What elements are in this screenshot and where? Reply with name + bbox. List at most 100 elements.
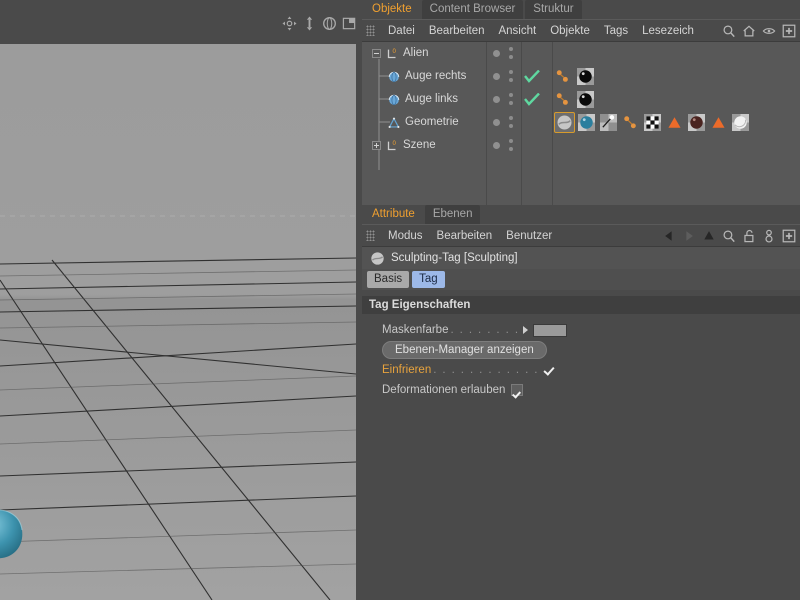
user-icon[interactable] bbox=[762, 229, 776, 243]
xpresso-tag-icon[interactable] bbox=[555, 91, 572, 108]
menubar-grip[interactable] bbox=[366, 25, 375, 36]
selection-tag-icon[interactable] bbox=[666, 114, 683, 131]
object-name: Auge rechts bbox=[405, 70, 467, 82]
sculpting-tag-icon bbox=[371, 251, 384, 265]
object-tree[interactable]: 0 Alien Auge rechts Auge links Geometrie… bbox=[362, 41, 800, 205]
pan-icon[interactable] bbox=[282, 16, 297, 31]
table-row[interactable]: 0 Szene bbox=[362, 134, 486, 157]
search-icon[interactable] bbox=[722, 24, 736, 38]
xpresso-tag-icon[interactable] bbox=[555, 68, 572, 85]
green-check-icon[interactable] bbox=[524, 70, 540, 84]
polygon-object-icon bbox=[388, 116, 400, 128]
tab-objekte[interactable]: Objekte bbox=[364, 0, 420, 19]
property-row-maskenfarbe: Maskenfarbe . . . . . . . . bbox=[362, 320, 800, 340]
material-tag-blue-icon[interactable] bbox=[578, 114, 595, 131]
object-name: Alien bbox=[403, 47, 429, 59]
material-tag-black-icon[interactable] bbox=[577, 68, 594, 85]
attribute-properties: Maskenfarbe . . . . . . . . Ebenen-Manag… bbox=[362, 314, 800, 400]
plus-icon[interactable] bbox=[782, 24, 796, 38]
subtab-tag[interactable]: Tag bbox=[412, 271, 445, 288]
tag-row bbox=[553, 42, 800, 65]
menu-ansicht[interactable]: Ansicht bbox=[491, 20, 543, 42]
viewport-pane bbox=[0, 0, 362, 600]
selection-tag-icon[interactable] bbox=[710, 114, 727, 131]
tag-row bbox=[553, 134, 800, 157]
object-tree-names-column: 0 Alien Auge rechts Auge links Geometrie… bbox=[362, 42, 486, 205]
ebenen-manager-anzeigen-button[interactable]: Ebenen-Manager anzeigen bbox=[382, 341, 547, 359]
visibility-dots[interactable] bbox=[487, 65, 521, 88]
green-check-icon[interactable] bbox=[524, 93, 540, 107]
deformationen-checkbox[interactable] bbox=[511, 384, 524, 396]
subtab-basis[interactable]: Basis bbox=[367, 271, 410, 288]
material-tag-black-icon[interactable] bbox=[577, 91, 594, 108]
menu-objekte[interactable]: Objekte bbox=[543, 20, 597, 42]
visibility-dots[interactable] bbox=[487, 134, 521, 157]
menu-modus[interactable]: Modus bbox=[381, 225, 430, 247]
attribute-manager: Attribute Ebenen Modus Bearbeiten Benutz… bbox=[362, 205, 800, 600]
maskenfarbe-dots: . . . . . . . . bbox=[450, 324, 520, 336]
visibility-dots-column bbox=[486, 42, 522, 205]
forward-arrow-icon[interactable] bbox=[682, 229, 696, 243]
rotate-icon[interactable] bbox=[322, 16, 337, 31]
menu-lesezeich[interactable]: Lesezeich bbox=[635, 20, 701, 42]
null-object-icon: 0 bbox=[387, 140, 396, 150]
null-object-icon: 0 bbox=[387, 48, 396, 58]
chevron-right-icon[interactable] bbox=[523, 326, 529, 334]
material-tag-darkred-icon[interactable] bbox=[688, 114, 705, 131]
tab-ebenen[interactable]: Ebenen bbox=[424, 205, 481, 224]
table-row[interactable]: 0 Alien bbox=[362, 42, 486, 65]
visibility-dots[interactable] bbox=[487, 42, 521, 65]
svg-text:0: 0 bbox=[392, 48, 396, 55]
sphere-icon bbox=[388, 94, 400, 105]
expander-alien[interactable] bbox=[372, 49, 381, 58]
search-icon[interactable] bbox=[722, 229, 736, 243]
property-row-deformationen: Deformationen erlauben bbox=[362, 380, 800, 400]
deformationen-label: Deformationen erlauben bbox=[382, 384, 506, 396]
table-row[interactable]: Geometrie bbox=[362, 111, 486, 134]
tab-content-browser[interactable]: Content Browser bbox=[421, 0, 524, 19]
material-tag-white-icon[interactable] bbox=[732, 114, 749, 131]
object-manager-menubar: Datei Bearbeiten Ansicht Objekte Tags Le… bbox=[362, 19, 800, 41]
plus-icon[interactable] bbox=[782, 229, 796, 243]
menu-bearbeiten[interactable]: Bearbeiten bbox=[422, 20, 492, 42]
maskenfarbe-color-swatch[interactable] bbox=[533, 323, 568, 337]
menu-datei[interactable]: Datei bbox=[381, 20, 422, 42]
viewport-3d-canvas[interactable] bbox=[0, 44, 356, 600]
home-icon[interactable] bbox=[742, 24, 756, 38]
object-manager-toolbar-icons bbox=[722, 24, 796, 38]
object-name: Geometrie bbox=[405, 116, 459, 128]
menu-bearbeiten[interactable]: Bearbeiten bbox=[430, 225, 500, 247]
checker-tag-icon[interactable] bbox=[644, 114, 661, 131]
vertex-map-tag-icon[interactable] bbox=[600, 114, 617, 131]
table-row[interactable]: Auge rechts bbox=[362, 65, 486, 88]
attribute-manager-toolbar-icons bbox=[662, 229, 796, 243]
dolly-icon[interactable] bbox=[302, 16, 317, 31]
attribute-manager-tabstrip: Attribute Ebenen bbox=[362, 205, 800, 224]
sculpting-tag-icon[interactable] bbox=[556, 114, 573, 131]
tab-attribute[interactable]: Attribute bbox=[364, 205, 423, 224]
property-row-ebenen-manager: Ebenen-Manager anzeigen bbox=[362, 340, 800, 360]
menubar-grip[interactable] bbox=[366, 230, 375, 241]
unlock-icon[interactable] bbox=[742, 229, 756, 243]
tag-row[interactable] bbox=[553, 88, 800, 111]
eye-icon[interactable] bbox=[762, 24, 776, 38]
xpresso-tag-icon[interactable] bbox=[622, 114, 639, 131]
checkmark-column bbox=[522, 42, 552, 205]
back-arrow-icon[interactable] bbox=[662, 229, 676, 243]
tag-row[interactable] bbox=[553, 111, 800, 134]
menu-tags[interactable]: Tags bbox=[597, 20, 635, 42]
expander-szene[interactable] bbox=[372, 141, 381, 150]
right-pane: Objekte Content Browser Struktur Datei B… bbox=[362, 0, 800, 600]
view-panel-icon[interactable] bbox=[342, 16, 357, 31]
up-arrow-icon[interactable] bbox=[702, 229, 716, 243]
einfrieren-checkbox[interactable] bbox=[545, 364, 557, 376]
sphere-icon bbox=[388, 71, 400, 82]
menu-benutzer[interactable]: Benutzer bbox=[499, 225, 559, 247]
tag-row[interactable] bbox=[553, 65, 800, 88]
cinema4d-window: Objekte Content Browser Struktur Datei B… bbox=[0, 0, 800, 600]
visibility-dots[interactable] bbox=[487, 111, 521, 134]
table-row[interactable]: Auge links bbox=[362, 88, 486, 111]
visibility-dots[interactable] bbox=[487, 88, 521, 111]
tab-struktur[interactable]: Struktur bbox=[525, 0, 582, 19]
property-row-einfrieren: Einfrieren . . . . . . . . . . . . bbox=[362, 360, 800, 380]
